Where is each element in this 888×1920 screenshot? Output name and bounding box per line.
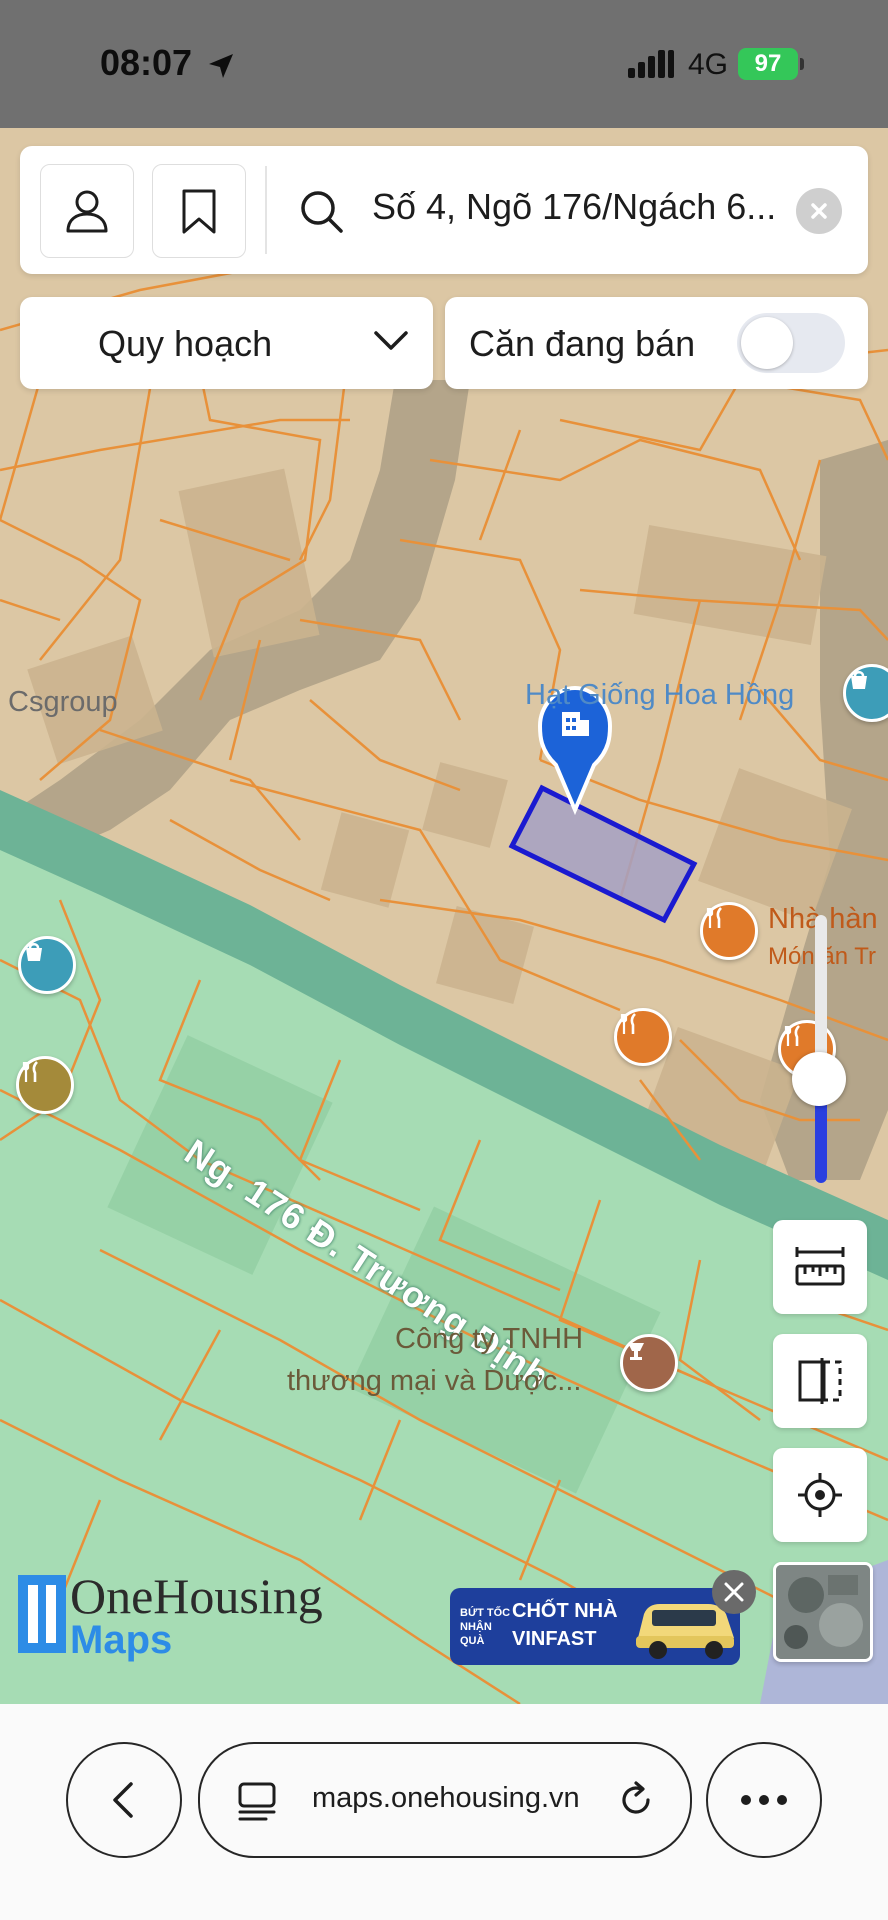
location-arrow-icon <box>209 54 233 78</box>
ad-headline: CHỐT NHÀ <box>512 1600 618 1622</box>
bookmark-icon <box>182 189 216 234</box>
back-icon <box>113 1782 133 1818</box>
user-icon <box>66 190 108 233</box>
shop-poi-icon[interactable] <box>18 936 76 994</box>
split-view-icon <box>798 1358 842 1404</box>
status-bar: 08:07 4G 97 <box>0 0 888 128</box>
planning-dropdown[interactable]: Quy hoạch <box>20 297 433 389</box>
for-sale-filter: Căn đang bán <box>445 297 868 389</box>
for-sale-label: Căn đang bán <box>469 323 696 364</box>
pharmacy-poi-icon[interactable] <box>620 1334 678 1392</box>
url-text: maps.onehousing.vn <box>312 1782 580 1814</box>
ad-small-text: BỨT TỐC NHẬN QUÀ <box>460 1607 511 1647</box>
reload-icon[interactable] <box>616 1780 656 1820</box>
split-view-button[interactable] <box>773 1334 867 1428</box>
ad-banner[interactable]: BỨT TỐC NHẬN QUÀ CHỐT NHÀ VINFAST <box>450 1588 740 1665</box>
close-icon <box>724 1582 744 1602</box>
logo-subtext: Maps <box>70 1618 173 1662</box>
restaurant-poi-icon[interactable] <box>700 902 758 960</box>
locate-button[interactable] <box>773 1448 867 1542</box>
restaurant-poi-icon[interactable] <box>614 1008 672 1066</box>
planning-dropdown-label: Quy hoạch <box>98 323 273 364</box>
status-time: 08:07 <box>100 42 193 83</box>
map-label-company-line2[interactable]: thương mại và Dược... <box>287 1365 581 1398</box>
divider <box>265 166 267 254</box>
signal-icon <box>628 50 674 78</box>
bookmark-button[interactable] <box>152 164 246 258</box>
tabs-icon[interactable] <box>236 1780 278 1822</box>
ad-brand: VINFAST <box>512 1628 597 1650</box>
map-label-company-line1[interactable]: Công ty TNHH <box>395 1323 583 1356</box>
ad-close-button[interactable] <box>712 1570 756 1614</box>
for-sale-toggle[interactable] <box>737 313 845 373</box>
search-icon[interactable] <box>298 188 344 234</box>
zoom-slider-handle[interactable] <box>792 1052 846 1106</box>
search-input[interactable]: Số 4, Ngõ 176/Ngách 6... <box>372 186 812 228</box>
address-bar[interactable]: maps.onehousing.vn <box>198 1742 692 1858</box>
clear-button[interactable] <box>796 188 842 234</box>
map-label-csgroup[interactable]: Csgroup <box>8 686 118 719</box>
network-type: 4G <box>688 48 729 81</box>
locate-icon <box>798 1473 842 1517</box>
logo-text: OneHousing <box>70 1568 323 1624</box>
more-button[interactable] <box>706 1742 822 1858</box>
toggle-knob <box>741 317 793 369</box>
battery-level: 97 <box>754 50 782 77</box>
satellite-layer-button[interactable] <box>773 1562 873 1662</box>
battery-indicator: 97 <box>738 48 798 80</box>
restaurant-poi-icon[interactable] <box>16 1056 74 1114</box>
search-bar: Số 4, Ngõ 176/Ngách 6... <box>20 146 868 274</box>
satellite-thumbnail <box>776 1565 870 1659</box>
clear-icon <box>811 203 827 219</box>
user-button[interactable] <box>40 164 134 258</box>
back-button[interactable] <box>66 1742 182 1858</box>
battery-cap <box>800 58 804 70</box>
chevron-down-icon <box>374 331 408 350</box>
onehousing-logo-icon <box>18 1575 66 1653</box>
map-label-seed-shop[interactable]: Hạt Giống Hoa Hồng <box>525 679 794 712</box>
browser-toolbar: maps.onehousing.vn <box>0 1704 888 1920</box>
measure-button[interactable] <box>773 1220 867 1314</box>
more-icon <box>741 1795 787 1805</box>
ruler-icon <box>795 1247 845 1286</box>
